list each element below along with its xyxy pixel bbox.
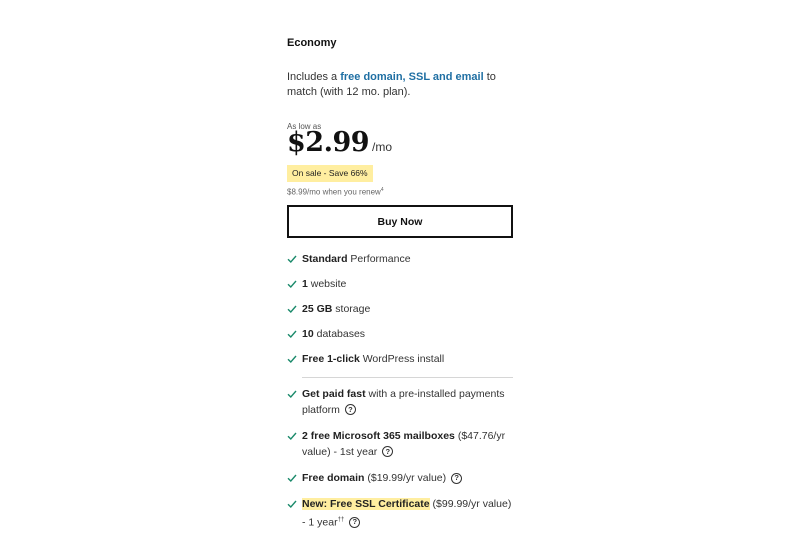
plan-name: Economy bbox=[287, 37, 337, 49]
price: $2.99 bbox=[287, 127, 370, 158]
feature-text: website bbox=[307, 278, 347, 290]
help-icon[interactable]: ? bbox=[451, 472, 463, 484]
includes-prefix: Includes a bbox=[287, 71, 341, 83]
check-icon bbox=[287, 254, 297, 264]
feature-text: WordPress install bbox=[359, 353, 445, 365]
feature-bold: 25 GB bbox=[302, 303, 333, 315]
feature-text: Performance bbox=[347, 253, 411, 265]
feature-text: ($19.99/yr value) bbox=[364, 472, 447, 484]
includes-link[interactable]: free domain, SSL and email bbox=[340, 71, 483, 83]
feature-item: 1 website bbox=[287, 277, 513, 293]
feature-bold: Free 1-click bbox=[302, 353, 360, 365]
feature-item: 2 free Microsoft 365 mailboxes ($47.76/y… bbox=[287, 429, 513, 460]
sale-badge: On sale - Save 66% bbox=[287, 165, 373, 182]
check-icon bbox=[287, 431, 297, 441]
feature-bold: 10 bbox=[302, 328, 314, 340]
feature-text: databases bbox=[313, 328, 366, 340]
check-icon bbox=[287, 354, 297, 364]
check-icon bbox=[287, 389, 297, 399]
feature-item: Free 1-click WordPress install bbox=[287, 352, 513, 368]
feature-item: 25 GB storage bbox=[287, 302, 513, 318]
renew-footnote: 4 bbox=[380, 187, 384, 193]
check-icon bbox=[287, 499, 297, 509]
feature-bold: Free domain bbox=[302, 472, 365, 484]
buy-now-button[interactable]: Buy Now bbox=[287, 205, 513, 238]
feature-item: Get paid fast with a pre-installed payme… bbox=[287, 387, 513, 418]
plan-card: Economy Includes a free domain, SSL and … bbox=[287, 0, 513, 533]
feature-divider bbox=[302, 377, 513, 378]
check-icon bbox=[287, 473, 297, 483]
feature-text: storage bbox=[332, 303, 371, 315]
help-icon[interactable]: ? bbox=[349, 516, 361, 528]
feature-item: Free domain ($19.99/yr value)? bbox=[287, 471, 513, 487]
price-row: $2.99 /mo bbox=[287, 127, 392, 158]
feature-bold-highlighted: New: Free SSL Certificate bbox=[302, 498, 430, 510]
check-icon bbox=[287, 304, 297, 314]
renew-price: $8.99/mo when you renew4 bbox=[287, 187, 384, 197]
price-period: /mo bbox=[372, 140, 393, 154]
feature-item: 10 databases bbox=[287, 327, 513, 343]
renew-text: $8.99/mo when you renew bbox=[287, 187, 381, 197]
help-icon[interactable]: ? bbox=[382, 446, 394, 458]
feature-bold: Get paid fast bbox=[302, 388, 366, 400]
check-icon bbox=[287, 279, 297, 289]
feature-item: Standard Performance bbox=[287, 252, 513, 268]
check-icon bbox=[287, 329, 297, 339]
help-icon[interactable]: ? bbox=[344, 404, 356, 416]
feature-footnote: †† bbox=[337, 516, 345, 523]
feature-bold: Standard bbox=[302, 253, 348, 265]
feature-bold: 2 free Microsoft 365 mailboxes bbox=[302, 430, 455, 442]
feature-item: New: Free SSL Certificate ($99.99/yr val… bbox=[287, 497, 513, 531]
plan-includes-text: Includes a free domain, SSL and email to… bbox=[287, 70, 513, 100]
